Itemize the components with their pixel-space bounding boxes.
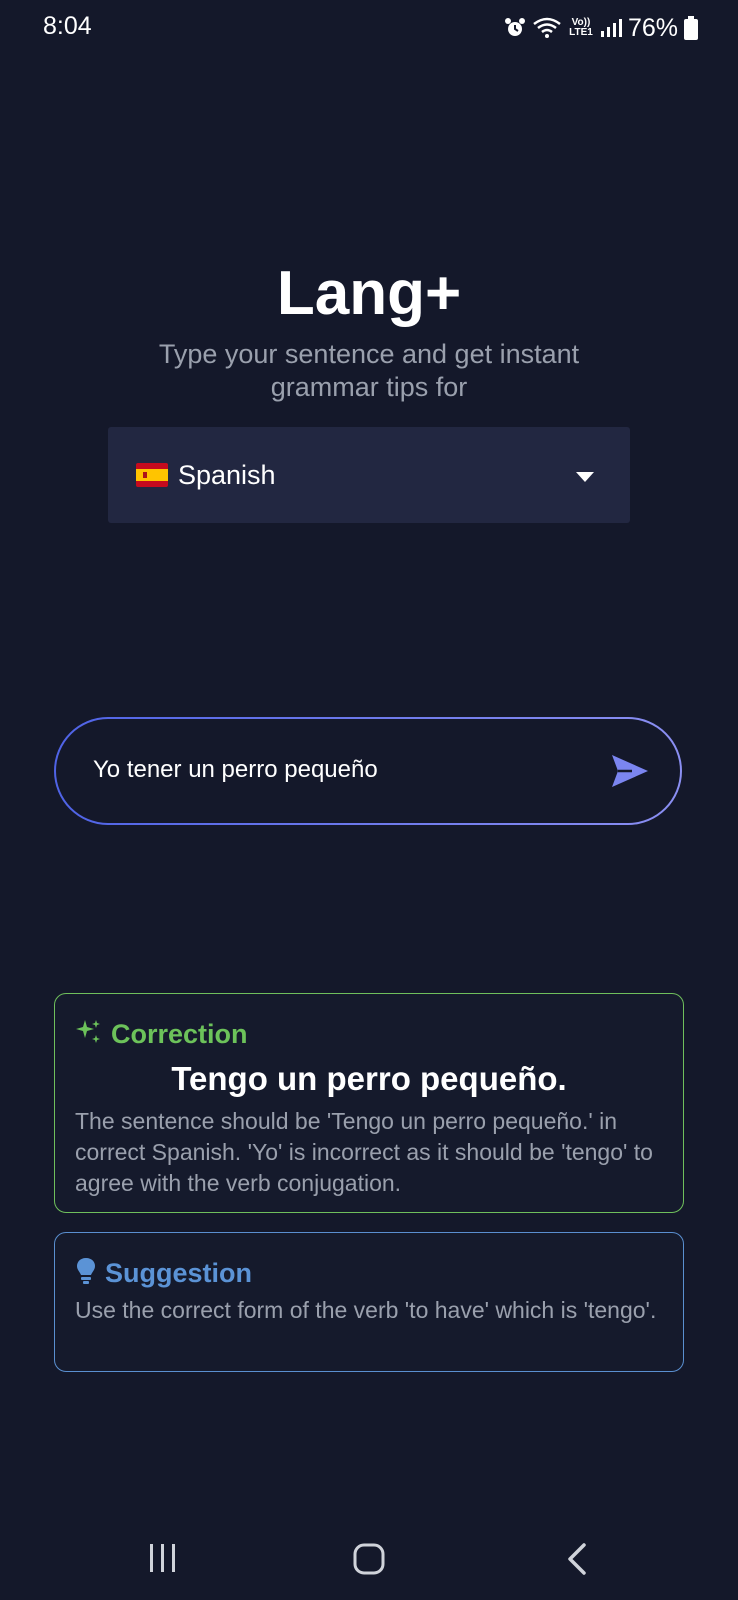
suggestion-card: Suggestion Use the correct form of the v…	[54, 1232, 684, 1372]
correction-explanation: The sentence should be 'Tengo un perro p…	[75, 1108, 653, 1196]
language-selected-label: Spanish	[178, 460, 276, 490]
lte-icon: Vo)) LTE1	[569, 17, 593, 38]
caret-down-icon	[576, 469, 594, 487]
wifi-icon	[532, 17, 562, 39]
language-select[interactable]: Spanish	[108, 427, 630, 523]
battery-percent: 76%	[627, 13, 678, 42]
system-nav-bar	[0, 1520, 738, 1600]
signal-icon	[600, 17, 622, 39]
corrected-sentence: Tengo un perro pequeño.	[171, 1060, 567, 1097]
sentence-input[interactable]: Yo tener un perro pequeño	[93, 756, 378, 784]
lightbulb-icon	[75, 1257, 97, 1290]
sentence-input-container[interactable]: Yo tener un perro pequeño	[54, 717, 682, 825]
sparkles-icon	[75, 1018, 103, 1051]
home-icon[interactable]	[352, 1542, 386, 1581]
battery-icon	[684, 16, 698, 40]
app-subtitle: Type your sentence and get instant gramm…	[158, 339, 580, 402]
suggestion-label: Suggestion	[105, 1258, 252, 1288]
recent-apps-icon[interactable]	[148, 1542, 178, 1579]
status-time: 8:04	[43, 12, 92, 40]
status-icons: Vo)) LTE1 76%	[504, 12, 698, 44]
status-bar: 8:04 Vo)) LTE1 76%	[0, 0, 738, 56]
app-title: Lang+	[276, 259, 462, 328]
alarm-icon	[504, 17, 526, 39]
suggestion-header: Suggestion	[75, 1257, 252, 1290]
send-icon[interactable]	[610, 753, 650, 789]
back-icon[interactable]	[566, 1542, 588, 1581]
correction-card: Correction Tengo un perro pequeño. The s…	[54, 993, 684, 1213]
correction-label: Correction	[111, 1019, 248, 1049]
spain-flag-icon	[136, 463, 168, 487]
correction-header: Correction	[75, 1018, 248, 1051]
suggestion-text: Use the correct form of the verb 'to hav…	[75, 1297, 657, 1323]
